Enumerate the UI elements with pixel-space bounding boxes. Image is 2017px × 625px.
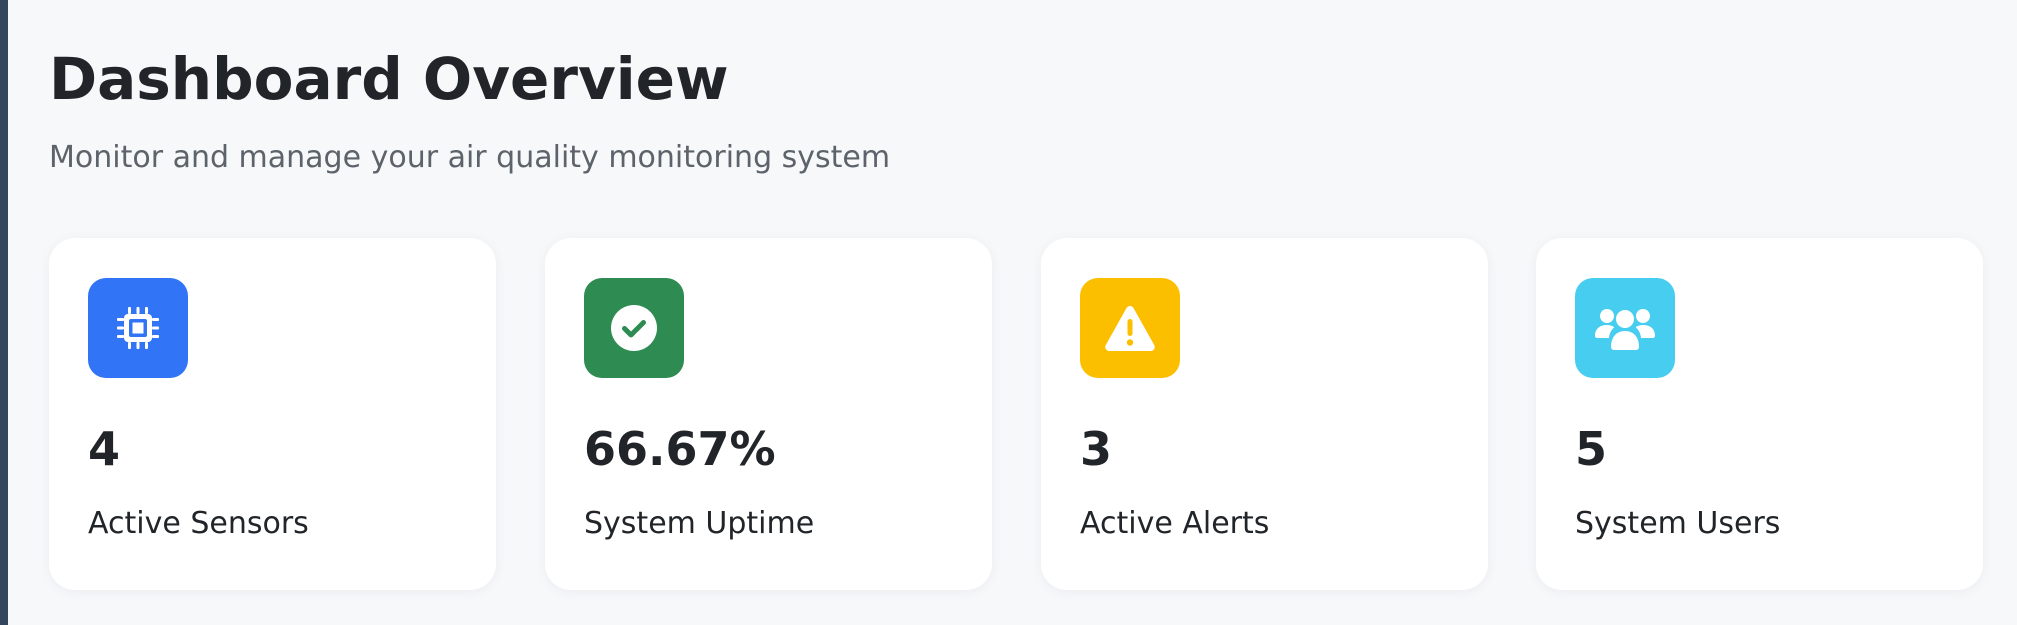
users-icon	[1575, 278, 1675, 378]
stat-value: 4	[88, 422, 121, 476]
page-title: Dashboard Overview	[49, 45, 729, 113]
stat-label: System Uptime	[584, 506, 815, 541]
main-content: Dashboard Overview Monitor and manage yo…	[49, 0, 1983, 625]
stat-label: Active Alerts	[1080, 506, 1270, 541]
sidebar-edge	[0, 0, 8, 625]
check-circle-icon	[584, 278, 684, 378]
stat-card-system-uptime: 66.67% System Uptime	[545, 238, 992, 590]
stat-card-active-sensors: 4 Active Sensors	[49, 238, 496, 590]
stats-row: 4 Active Sensors 66.67% System Uptime 3 …	[49, 238, 1983, 590]
stat-value: 3	[1080, 422, 1113, 476]
stat-label: Active Sensors	[88, 506, 309, 541]
stat-value: 66.67%	[584, 422, 776, 476]
cpu-chip-icon	[88, 278, 188, 378]
stat-card-active-alerts: 3 Active Alerts	[1041, 238, 1488, 590]
stat-value: 5	[1575, 422, 1608, 476]
stat-card-system-users: 5 System Users	[1536, 238, 1983, 590]
page-subtitle: Monitor and manage your air quality moni…	[49, 140, 891, 175]
warning-triangle-icon	[1080, 278, 1180, 378]
stat-label: System Users	[1575, 506, 1781, 541]
